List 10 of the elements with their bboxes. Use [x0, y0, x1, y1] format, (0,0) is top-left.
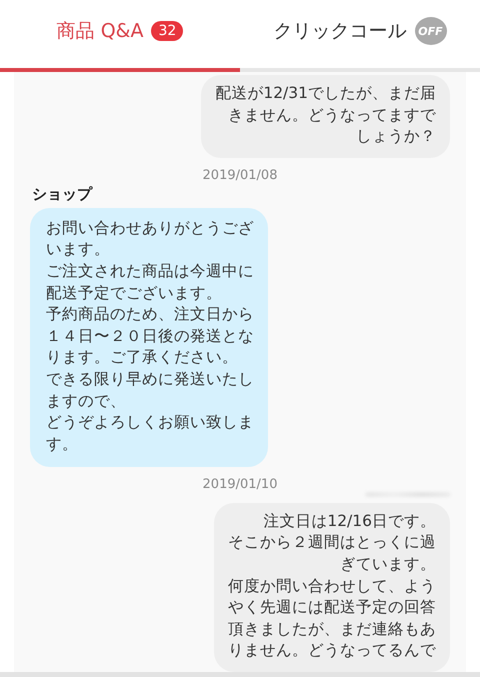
message-date: 2019/01/08	[202, 168, 278, 183]
message-bubble: 配送が12/31でしたが、まだ届 きません。どうなってますで しょうか？	[201, 75, 450, 158]
tab-label: 商品 Q&A	[56, 19, 144, 44]
sender-name: ショップ	[32, 184, 94, 204]
status-bubble[interactable]: OFF	[414, 17, 446, 45]
count-badge: 32	[151, 21, 184, 41]
message-bubble: 注文日は12/16日です。 そこから２週間はとっくに過 ぎています。 何度か問い合わせして、よう やく先週には配送予定の回答 頂きましたが、まだ連絡もあ りません。どうなってるんで	[214, 502, 450, 672]
message-date: 2019/01/10	[202, 477, 278, 492]
message-bubble: お問い合わせありがとうござ います。 ご注文された商品は今週中に 配送予定でございます。 予約商品のため、注文日から １４日〜２０日後の発送とな ります。ご了承ください。 できる限り早めに発送いたし ますので、 どうぞよろしくお願い致しま す。	[30, 208, 268, 468]
tab-label: クリックコール	[274, 19, 406, 44]
